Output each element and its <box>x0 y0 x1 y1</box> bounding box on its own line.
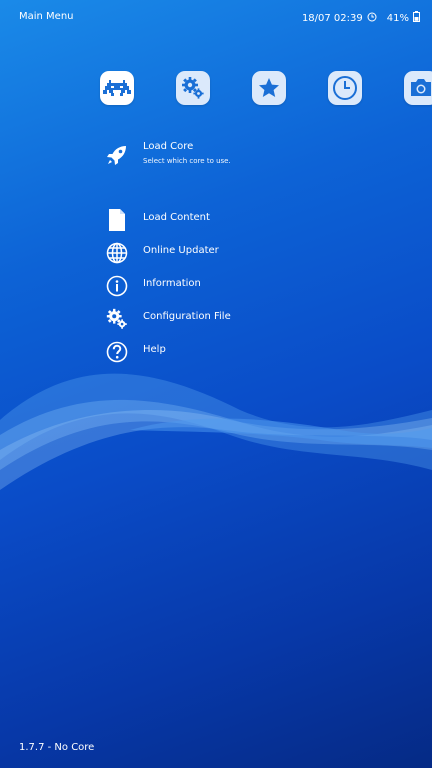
menu-item-information[interactable]: Information <box>104 271 324 299</box>
menu-item-online-updater[interactable]: Online Updater <box>104 238 324 266</box>
clock-icon <box>333 76 357 100</box>
version-label: 1.7.7 - No Core <box>19 742 95 753</box>
top-bar: Main Menu 18/07 02:39 41% <box>0 0 432 36</box>
menu-item-label: Help <box>143 344 166 355</box>
tab-settings[interactable] <box>176 71 210 105</box>
rocket-icon <box>104 142 130 168</box>
menu-item-label: Configuration File <box>143 311 231 322</box>
status-bar: 18/07 02:39 41% <box>302 11 420 25</box>
menu-item-label: Load Content <box>143 212 210 223</box>
menu-item-sublabel: Select which core to use. <box>143 157 231 165</box>
file-icon <box>104 207 130 233</box>
globe-icon <box>104 240 130 266</box>
menu-item-label: Load Core <box>143 141 194 152</box>
battery-icon <box>413 11 420 25</box>
gears-icon <box>104 306 130 332</box>
background-waves <box>0 373 432 490</box>
menu-item-label: Information <box>143 278 201 289</box>
camera-icon <box>411 79 431 96</box>
tab-history[interactable] <box>328 71 362 105</box>
battery-percent: 41% <box>386 12 409 24</box>
menu-item-label: Online Updater <box>143 245 219 256</box>
help-icon <box>104 339 130 365</box>
tab-favorites[interactable] <box>252 71 286 105</box>
menu-item-configuration-file[interactable]: Configuration File <box>104 304 324 332</box>
tab-bar <box>0 70 432 106</box>
gamepad-invader-icon <box>103 80 131 96</box>
gears-icon <box>182 77 204 99</box>
page-title: Main Menu <box>19 11 74 22</box>
info-icon <box>104 273 130 299</box>
menu-item-load-core[interactable]: Load Core Select which core to use. <box>104 140 324 176</box>
tab-main-menu[interactable] <box>100 71 134 105</box>
datetime: 18/07 02:39 <box>301 12 363 24</box>
clock-icon <box>367 12 377 25</box>
star-icon <box>259 78 279 97</box>
menu-item-load-content[interactable]: Load Content <box>104 205 324 233</box>
menu-item-help[interactable]: Help <box>104 337 324 365</box>
tab-images[interactable] <box>404 71 432 105</box>
